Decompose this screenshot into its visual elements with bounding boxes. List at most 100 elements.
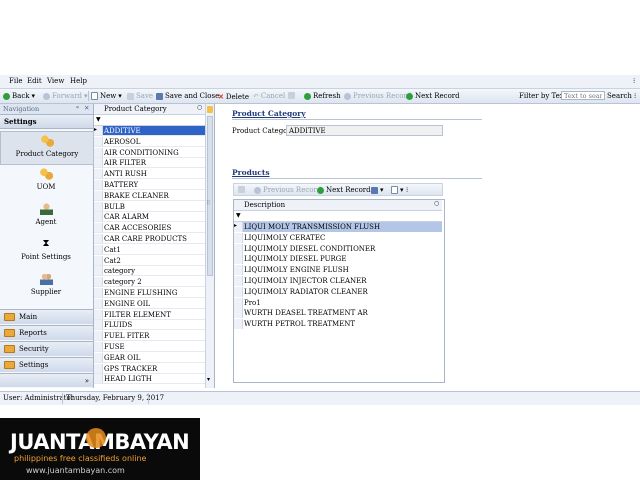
product-row[interactable]: LIQUIMOLY RADIATOR CLEANER bbox=[234, 286, 442, 297]
save-and-close-button[interactable]: Save and Close bbox=[156, 92, 219, 100]
back-button[interactable]: Back ▾ bbox=[3, 92, 35, 100]
row-indicator bbox=[94, 298, 103, 308]
filter-icon: ▼ bbox=[236, 212, 241, 219]
category-column-header[interactable]: Product Category ○ bbox=[94, 104, 205, 115]
search-button[interactable]: Search bbox=[607, 92, 632, 100]
category-list-item-label: FUSE bbox=[104, 343, 125, 351]
nav-item-uom[interactable]: UOM bbox=[0, 168, 92, 198]
product-row-description: LIQUIMOLY RADIATOR CLEANER bbox=[244, 287, 368, 296]
scrollbar-thumb[interactable] bbox=[207, 116, 213, 276]
product-row[interactable]: LIQUIMOLY ENGINE FLUSH bbox=[234, 265, 442, 276]
category-list-item[interactable]: BULB bbox=[94, 201, 205, 212]
agent-person-icon bbox=[39, 203, 53, 215]
row-indicator bbox=[94, 180, 103, 189]
category-list-item[interactable]: Cat2 bbox=[94, 255, 205, 266]
nav-group-main[interactable]: Main bbox=[0, 309, 93, 324]
nav-item-product-category[interactable]: Product Category bbox=[0, 131, 94, 165]
forward-button[interactable]: Forward ▾ bbox=[43, 92, 88, 100]
navigation-header: Navigation ᵠ ✕ bbox=[0, 104, 93, 115]
product-row[interactable]: LIQUIMOLY DIESEL CONDITIONER bbox=[234, 243, 442, 254]
category-list-item[interactable]: AEROSOL bbox=[94, 136, 205, 147]
nav-group-settings[interactable]: Settings bbox=[0, 357, 93, 372]
category-list-item[interactable]: category bbox=[94, 266, 205, 277]
detail-pane: Product Category Product Category: ADDIT… bbox=[215, 104, 640, 388]
nav-group-reports[interactable]: Reports bbox=[0, 325, 93, 340]
category-list-item[interactable]: CAR ALARM bbox=[94, 212, 205, 223]
category-list-item[interactable]: HEAD LIGTH bbox=[94, 374, 205, 385]
splitter-grip-icon[interactable]: ⠿ bbox=[206, 200, 210, 207]
menu-overflow-icon[interactable]: ⁝ bbox=[633, 77, 635, 85]
product-row-description: LIQUIMOLY CERATEC bbox=[244, 233, 326, 242]
category-list-item[interactable]: GEAR OIL bbox=[94, 352, 205, 363]
menu-help[interactable]: Help bbox=[70, 77, 87, 85]
scroll-down-icon[interactable]: ▾ bbox=[207, 376, 210, 383]
disabled-tool-button[interactable] bbox=[288, 92, 295, 99]
category-list-item[interactable]: category 2 bbox=[94, 277, 205, 288]
menu-view[interactable]: View bbox=[47, 77, 64, 85]
product-row-description: WURTH DEASEL TREATMENT AR bbox=[244, 309, 368, 318]
row-indicator bbox=[94, 363, 103, 373]
product-category-field[interactable]: ADDITIVE bbox=[286, 125, 443, 136]
category-list-item[interactable]: Cat1 bbox=[94, 244, 205, 255]
category-list-item[interactable]: AIR CONDITIONING bbox=[94, 147, 205, 158]
nav-item-point-settings[interactable]: ⧗ Point Settings bbox=[0, 238, 92, 268]
product-row[interactable]: LIQUIMOLY DIESEL PURGE bbox=[234, 254, 442, 265]
category-list-item[interactable]: FLUIDS bbox=[94, 320, 205, 331]
category-list-item[interactable]: ▸ ADDITIVE bbox=[94, 126, 205, 136]
product-row[interactable]: LIQUIMOLY CERATEC bbox=[234, 232, 442, 243]
products-tool-button[interactable] bbox=[238, 186, 245, 193]
category-list-item[interactable]: FUSE bbox=[94, 342, 205, 352]
category-list-item[interactable]: ENGINE FLUSHING bbox=[94, 288, 205, 298]
nav-group-security[interactable]: Security bbox=[0, 341, 93, 356]
save-button[interactable]: Save bbox=[127, 92, 153, 100]
category-list-item[interactable]: CAR ACCESORIES bbox=[94, 223, 205, 234]
category-list-item-label: ADDITIVE bbox=[104, 127, 141, 135]
product-row[interactable]: WURTH PETROL TREATMENT bbox=[234, 319, 442, 330]
category-list-item[interactable]: GPS TRACKER bbox=[94, 363, 205, 374]
close-icon[interactable]: ✕ bbox=[84, 104, 89, 112]
nav-group-settings-header[interactable]: Settings bbox=[0, 115, 93, 129]
category-filter-row[interactable]: ▼ bbox=[94, 115, 205, 126]
products-new-dropdown[interactable]: ▾ bbox=[391, 186, 404, 194]
next-record-button[interactable]: Next Record bbox=[406, 92, 460, 100]
previous-record-button[interactable]: Previous Record bbox=[344, 92, 411, 100]
cancel-button[interactable]: ↶ Cancel bbox=[253, 92, 285, 100]
nav-overflow-bar[interactable]: » bbox=[0, 373, 93, 387]
pin-icon[interactable]: ᵠ bbox=[76, 104, 79, 112]
category-list-item[interactable]: ENGINE OIL bbox=[94, 298, 205, 309]
product-row[interactable]: ▸ LIQUI MOLY TRANSMISSION FLUSH bbox=[234, 222, 442, 232]
product-row[interactable]: WURTH DEASEL TREATMENT AR bbox=[234, 308, 442, 319]
menu-edit[interactable]: Edit bbox=[27, 77, 42, 85]
category-list-item[interactable]: ANTI RUSH bbox=[94, 169, 205, 180]
delete-button[interactable]: ✕ Delete bbox=[218, 92, 249, 101]
filter-text-input[interactable] bbox=[561, 91, 605, 100]
row-indicator bbox=[234, 297, 243, 308]
category-list-item[interactable]: BRAKE CLEANER bbox=[94, 190, 205, 201]
products-toolbar-overflow-icon[interactable]: ⁝ bbox=[406, 186, 408, 194]
category-scrollbar[interactable]: ▾ bbox=[205, 104, 214, 388]
category-list-item[interactable]: FUEL FITER bbox=[94, 331, 205, 342]
category-list-item-label: category 2 bbox=[104, 278, 142, 287]
product-row[interactable]: LIQUIMOLY INJECTOR CLEANER bbox=[234, 276, 442, 286]
description-column-header[interactable]: Description ○ bbox=[234, 200, 442, 211]
toolbar-overflow-icon[interactable]: ⁝ bbox=[634, 92, 636, 100]
products-view-dropdown[interactable]: ▾ bbox=[371, 186, 384, 194]
new-button[interactable]: New ▾ bbox=[91, 92, 122, 100]
row-indicator bbox=[234, 254, 243, 265]
refresh-button[interactable]: Refresh bbox=[304, 92, 341, 100]
nav-item-supplier[interactable]: Supplier bbox=[0, 273, 92, 303]
category-list-item[interactable]: CAR CARE PRODUCTS bbox=[94, 234, 205, 244]
category-list-item-label: Cat2 bbox=[104, 256, 121, 265]
watermark-url: www.juantambayan.com bbox=[26, 466, 125, 475]
menu-file[interactable]: File bbox=[9, 77, 22, 85]
products-next-record-button[interactable]: Next Record bbox=[317, 186, 371, 194]
category-list-item[interactable]: BATTERY bbox=[94, 180, 205, 190]
category-list-item-label: ENGINE OIL bbox=[104, 299, 151, 308]
product-row-description: LIQUIMOLY DIESEL PURGE bbox=[244, 255, 347, 264]
product-row[interactable]: Pro1 bbox=[234, 297, 442, 308]
nav-item-agent[interactable]: Agent bbox=[0, 203, 92, 233]
products-filter-row[interactable]: ▼ bbox=[234, 211, 442, 222]
category-list-item[interactable]: FILTER ELEMENT bbox=[94, 309, 205, 320]
products-previous-record-button[interactable]: Previous Record bbox=[254, 186, 321, 194]
category-list-item[interactable]: AIR FILTER bbox=[94, 158, 205, 169]
